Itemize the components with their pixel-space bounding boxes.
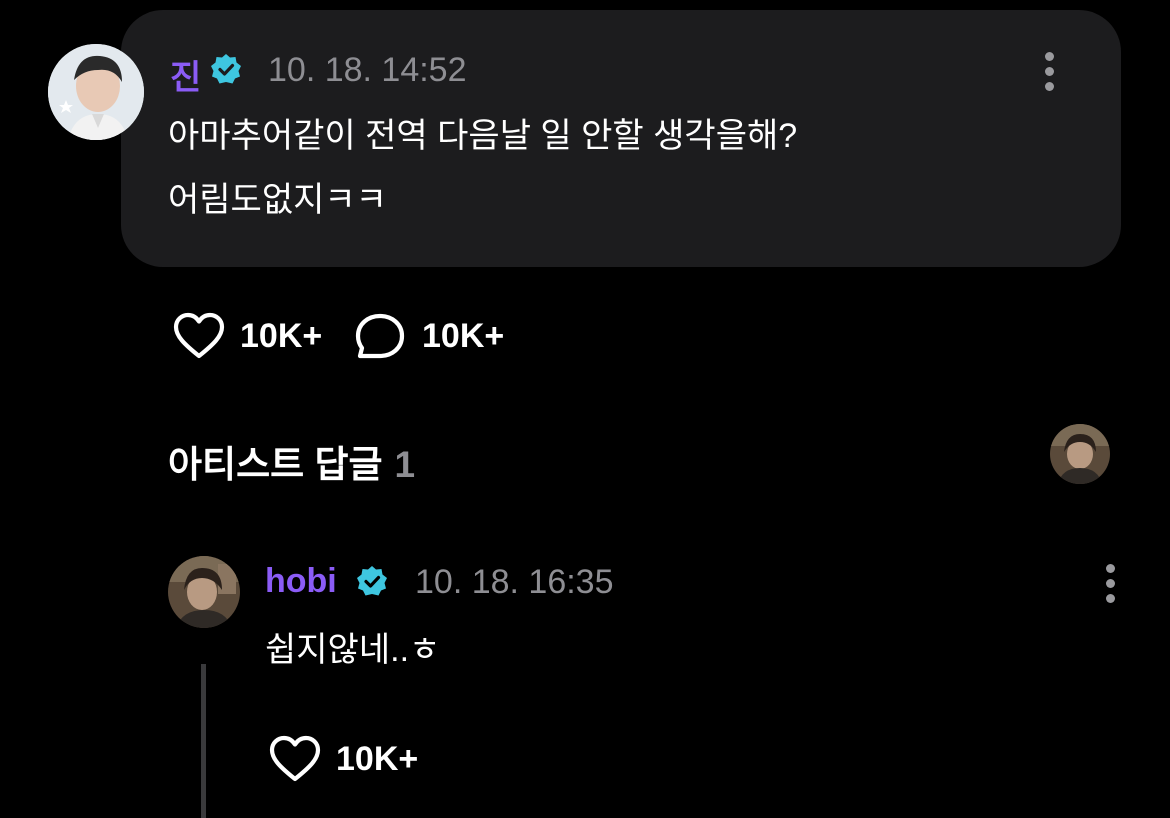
post-timestamp: 10. 18. 14:52 bbox=[268, 51, 467, 89]
artist-replies-title: 아티스트 답글 bbox=[168, 444, 383, 485]
reply-text: 쉽지않네..ㅎ bbox=[265, 631, 441, 669]
like-heart-icon[interactable] bbox=[268, 735, 322, 783]
reply-author-name[interactable]: hobi bbox=[265, 562, 337, 601]
more-options-icon[interactable] bbox=[1043, 52, 1055, 92]
post-text-line-1: 아마추어같이 전역 다음날 일 안할 생각을해? bbox=[168, 117, 798, 155]
avatar[interactable] bbox=[48, 44, 144, 140]
thread-line bbox=[201, 664, 206, 818]
artist-replies-heading: 아티스트 답글 1 bbox=[168, 434, 415, 488]
artist-avatar-thumbnail[interactable] bbox=[1050, 424, 1110, 484]
comment-bubble-icon[interactable] bbox=[354, 312, 406, 360]
avatar-image bbox=[1050, 424, 1110, 484]
artist-replies-count: 1 bbox=[394, 444, 416, 485]
verified-badge-icon bbox=[357, 566, 387, 596]
post-author-name[interactable]: 진 bbox=[170, 50, 201, 99]
verified-badge-icon bbox=[211, 54, 241, 84]
more-options-icon[interactable] bbox=[1104, 564, 1116, 604]
avatar-image bbox=[168, 556, 240, 628]
reply-timestamp: 10. 18. 16:35 bbox=[415, 563, 614, 601]
post-like-count: 10K+ bbox=[240, 317, 323, 355]
post-text-line-2: 어림도없지ㅋㅋ bbox=[168, 181, 387, 219]
post-comment-count: 10K+ bbox=[422, 317, 505, 355]
like-heart-icon[interactable] bbox=[172, 312, 226, 360]
reply-like-count: 10K+ bbox=[336, 740, 419, 778]
avatar-image bbox=[48, 44, 144, 140]
avatar[interactable] bbox=[168, 556, 240, 628]
